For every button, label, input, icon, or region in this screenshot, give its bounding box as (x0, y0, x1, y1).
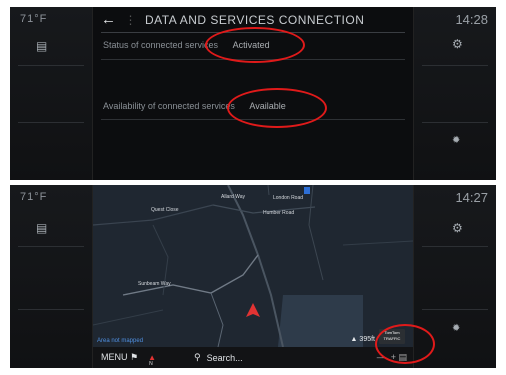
area-status-text: Area not mapped (97, 338, 144, 344)
map-label: Sunbeam Way (138, 281, 171, 287)
back-arrow-icon[interactable]: ← (101, 11, 117, 28)
map-roads (93, 185, 413, 347)
status-label: Status of connected services (103, 40, 219, 50)
highlight-ring-status (205, 27, 305, 63)
map-scale: ▲ 395ft (350, 336, 375, 343)
map-label: London Road (273, 195, 304, 201)
scale-value: 395ft (359, 336, 375, 343)
menu-button[interactable]: MENU ⚑ (101, 352, 138, 363)
temperature-display: 71°F (20, 191, 48, 203)
poi-marker-icon[interactable] (304, 187, 310, 194)
clock: 14:27 (455, 190, 488, 205)
search-label: Search... (206, 352, 243, 363)
flag-icon: ⚑ (130, 352, 139, 362)
temperature-display: 71°F (20, 13, 48, 25)
small-gear-icon[interactable]: ✹ (452, 323, 460, 334)
menu-label: MENU (101, 352, 128, 362)
menu-icon[interactable]: ▤ (36, 39, 47, 53)
highlight-ring-availability (227, 88, 327, 128)
compass-icon[interactable]: ▲ N (148, 353, 156, 367)
navigation-map[interactable]: Allard Way London Road Quest Close Humbe… (93, 185, 413, 347)
highlight-ring-tomtom (375, 324, 435, 364)
clock: 14:28 (455, 12, 488, 27)
left-sidebar: 71°F ▤ (10, 7, 93, 180)
map-label: Allard Way (221, 194, 245, 200)
right-sidebar: 14:28 ⚙ ✹ (413, 7, 496, 180)
search-button[interactable]: ⚲ Search... (194, 352, 243, 363)
compass-label: N (149, 361, 153, 367)
search-icon: ⚲ (194, 352, 201, 362)
bottom-nav-bar: MENU ⚑ ▲ N ⚲ Search... — + ▤ (93, 347, 413, 368)
menu-icon[interactable]: ▤ (36, 221, 47, 235)
map-label: Humber Road (263, 210, 295, 216)
small-gear-icon[interactable]: ✹ (452, 135, 460, 146)
separator-icon: ⋮ (124, 12, 137, 27)
map-label: Quest Close (151, 207, 179, 213)
left-sidebar-nav: 71°F ▤ (10, 185, 93, 368)
page-title: DATA AND SERVICES CONNECTION (145, 12, 365, 27)
availability-label: Availability of connected services (103, 101, 235, 111)
settings-gear-icon[interactable]: ⚙ (452, 221, 463, 235)
settings-gear-icon[interactable]: ⚙ (452, 37, 463, 51)
